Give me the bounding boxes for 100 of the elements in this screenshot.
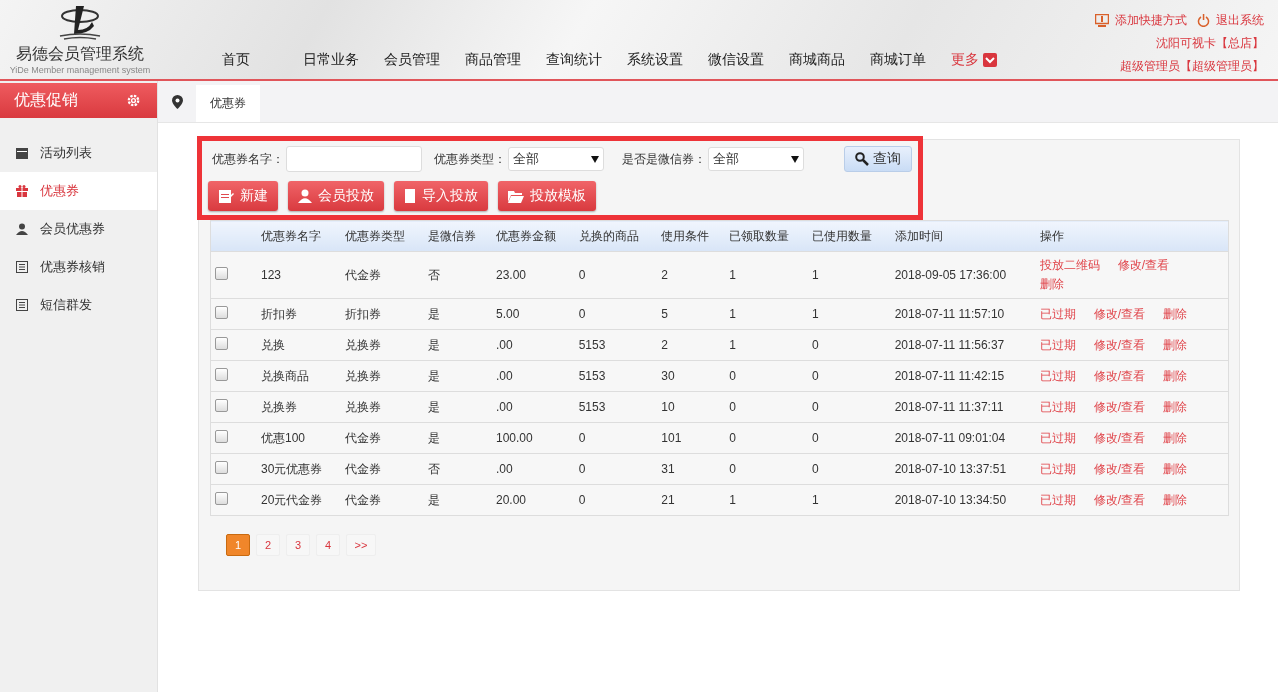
row-action-link[interactable]: 修改/查看: [1093, 491, 1146, 509]
table-cell: 20元代金券: [257, 484, 342, 516]
row-action-link[interactable]: 删除: [1039, 276, 1064, 293]
table-cell: .00: [492, 391, 575, 423]
sidebar-item[interactable]: 优惠券: [0, 172, 157, 210]
search-icon: [855, 152, 869, 166]
row-checkbox[interactable]: [215, 492, 228, 505]
table-cell: 0: [808, 329, 891, 361]
table-cell: 2018-07-11 11:56:37: [890, 329, 1036, 361]
row-action-link[interactable]: 删除: [1163, 367, 1188, 385]
row-action-link[interactable]: 已过期: [1039, 367, 1076, 385]
row-action-link[interactable]: 已过期: [1039, 429, 1076, 447]
row-action-link[interactable]: 修改/查看: [1093, 367, 1146, 385]
logout-link[interactable]: 退出系统: [1197, 12, 1264, 29]
row-checkbox[interactable]: [215, 267, 228, 280]
nav-link[interactable]: 日常业务: [291, 51, 372, 69]
table-cell: 1: [725, 298, 808, 330]
row-action-link[interactable]: 修改/查看: [1093, 429, 1146, 447]
row-action-link[interactable]: 投放二维码: [1039, 257, 1100, 274]
table-cell: 否: [423, 251, 492, 299]
row-action-link[interactable]: 已过期: [1039, 460, 1076, 478]
table-cell: 0: [574, 484, 658, 516]
sidebar-item[interactable]: 优惠券核销: [0, 248, 157, 286]
table-cell: 兑换券: [341, 391, 424, 423]
column-header: 使用条件: [657, 220, 726, 252]
filter-label: 优惠券名字：: [212, 150, 284, 168]
table-cell: 0: [725, 360, 808, 392]
row-action-link[interactable]: 已过期: [1039, 398, 1076, 416]
row-action-link[interactable]: 修改/查看: [1093, 305, 1146, 323]
nav-link[interactable]: 会员管理: [372, 51, 453, 69]
nav-link[interactable]: 商品管理: [453, 51, 534, 69]
table-cell: 1: [808, 484, 891, 516]
row-action-link[interactable]: 删除: [1163, 305, 1188, 323]
row-action-link[interactable]: 修改/查看: [1093, 460, 1146, 478]
row-action-link[interactable]: 修改/查看: [1093, 398, 1146, 416]
page-button[interactable]: 4: [316, 534, 340, 556]
nav-link[interactable]: 查询统计: [534, 51, 615, 69]
action-button[interactable]: 导入投放: [394, 181, 488, 211]
row-action-link[interactable]: 修改/查看: [1117, 257, 1170, 274]
row-action-link[interactable]: 删除: [1163, 491, 1188, 509]
wechat-select[interactable]: 全部: [708, 147, 804, 171]
sidebar-item[interactable]: 会员优惠券: [0, 210, 157, 248]
page-button[interactable]: 3: [286, 534, 310, 556]
column-header: 优惠券类型: [341, 220, 424, 252]
table-cell: 兑换券: [341, 329, 424, 361]
row-action-link[interactable]: 已过期: [1039, 491, 1076, 509]
table-cell: 兑换券: [341, 360, 424, 392]
row-action-link[interactable]: 删除: [1163, 336, 1188, 354]
row-action-link[interactable]: 已过期: [1039, 305, 1076, 323]
query-button[interactable]: 查询: [844, 146, 912, 172]
document-icon: [404, 189, 416, 203]
nav-link[interactable]: 商城商品: [777, 51, 858, 69]
nav-link[interactable]: 系统设置: [615, 51, 696, 69]
row-checkbox[interactable]: [215, 306, 228, 319]
action-button[interactable]: 新建: [208, 181, 278, 211]
list-icon: [16, 299, 28, 311]
table-cell: 代金券: [341, 453, 424, 485]
row-checkbox[interactable]: [215, 461, 228, 474]
row-action-link[interactable]: 删除: [1163, 398, 1188, 416]
notepad-icon: [218, 188, 234, 204]
nav-link[interactable]: 微信设置: [696, 51, 777, 69]
breadcrumb-tab[interactable]: 优惠券: [196, 85, 260, 122]
page-button[interactable]: 1: [226, 534, 250, 556]
table-cell: 是: [423, 360, 492, 392]
sidebar-heading: 优惠促销: [14, 90, 78, 110]
table-cell: 21: [657, 484, 726, 516]
row-action-link[interactable]: 删除: [1163, 429, 1188, 447]
table-cell: 1: [725, 329, 808, 361]
page-button[interactable]: 2: [256, 534, 280, 556]
row-checkbox[interactable]: [215, 337, 228, 350]
store-name: 沈阳可视卡【总店】: [1156, 35, 1264, 52]
column-header: 操作: [1035, 220, 1229, 252]
page-button[interactable]: >>: [346, 534, 376, 556]
table-cell: .00: [492, 453, 575, 485]
table-cell: 100.00: [492, 422, 575, 454]
shortcut-link[interactable]: 添加快捷方式: [1095, 12, 1187, 29]
sidebar-item[interactable]: 活动列表: [0, 134, 157, 172]
nav-link[interactable]: 商城订单: [858, 51, 939, 69]
row-checkbox[interactable]: [215, 430, 228, 443]
nav-link[interactable]: 首页: [210, 51, 291, 69]
action-button[interactable]: 投放模板: [498, 181, 596, 211]
table-cell: 是: [423, 329, 492, 361]
table-cell: 是: [423, 298, 492, 330]
row-action-link[interactable]: 删除: [1163, 460, 1188, 478]
action-button[interactable]: 会员投放: [288, 181, 384, 211]
row-checkbox[interactable]: [215, 368, 228, 381]
type-select[interactable]: 全部: [508, 147, 604, 171]
row-action-link[interactable]: 已过期: [1039, 336, 1076, 354]
filter-label: 优惠券类型：: [434, 150, 506, 168]
dropdown-arrow-icon: [591, 155, 599, 163]
sidebar-item[interactable]: 短信群发: [0, 286, 157, 324]
name-input[interactable]: [286, 146, 422, 172]
gift-icon: [16, 185, 28, 197]
row-action-link[interactable]: 修改/查看: [1093, 336, 1146, 354]
user-icon: [298, 189, 312, 203]
row-checkbox[interactable]: [215, 399, 228, 412]
table-cell: 优惠100: [257, 422, 342, 454]
nav-link[interactable]: 更多: [939, 51, 1020, 69]
location-pin-icon: [171, 94, 183, 109]
table-cell: 0: [808, 453, 891, 485]
